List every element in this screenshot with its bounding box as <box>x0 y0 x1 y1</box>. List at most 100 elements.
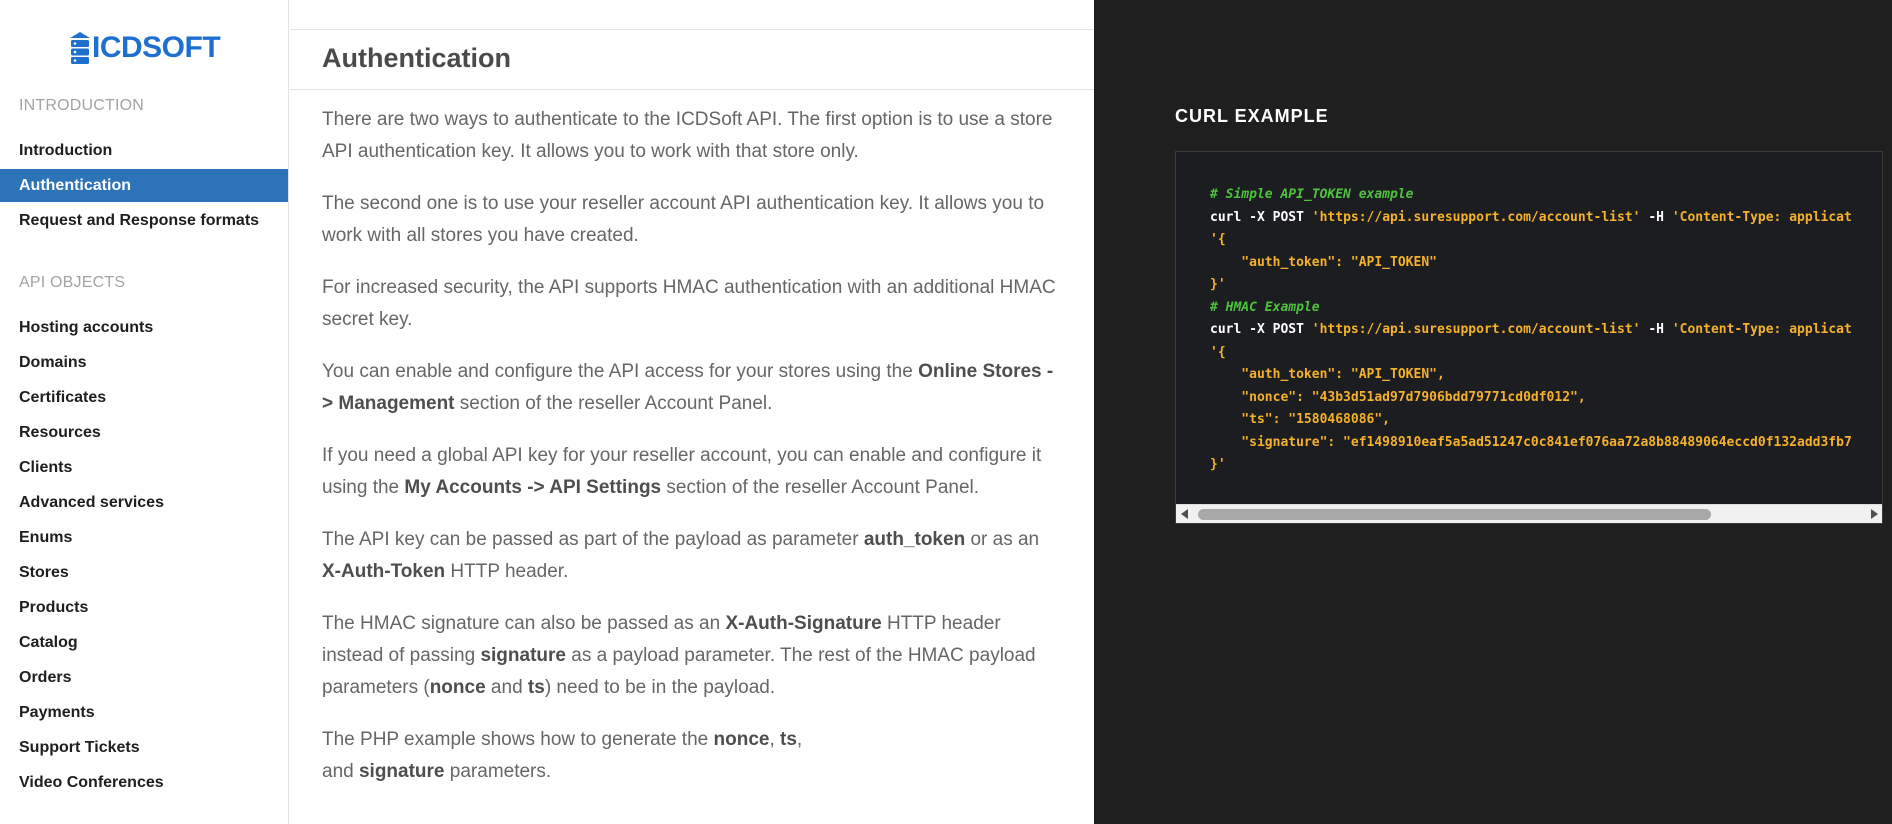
divider <box>290 89 1094 90</box>
code-token-comment: # Simple API_TOKEN example <box>1210 187 1414 202</box>
code-token-flag: -H <box>1640 209 1672 225</box>
code-token-str: 'https://api.suresupport.com/account-lis… <box>1311 209 1641 225</box>
code-line: # Simple API_TOKEN example <box>1210 184 1852 207</box>
text-run: and <box>485 677 528 698</box>
code-panel: CURL EXAMPLE # Simple API_TOKEN example c… <box>1094 0 1892 824</box>
page-title: Authentication <box>322 43 511 73</box>
code-line: curl -X POST 'https://api.suresupport.co… <box>1210 319 1852 342</box>
text-run: The PHP example shows how to generate th… <box>322 729 714 750</box>
code-line: curl -X POST 'https://api.suresupport.co… <box>1210 207 1852 230</box>
code-block[interactable]: # Simple API_TOKEN example curl -X POST '… <box>1175 151 1883 524</box>
emphasis: auth_token <box>863 529 966 550</box>
sidebar-item-certificates[interactable]: Certificates <box>0 381 288 414</box>
sidebar-item-authentication[interactable]: Authentication <box>0 169 288 202</box>
code-token-cmd: curl <box>1210 322 1242 337</box>
scrollbar-thumb[interactable] <box>1198 509 1711 520</box>
sidebar-item-catalog[interactable]: Catalog <box>0 626 288 659</box>
sidebar-item-video-conferences[interactable]: Video Conferences <box>0 766 288 799</box>
emphasis: signature <box>358 761 445 782</box>
code-token-flag: -X POST <box>1241 322 1312 337</box>
paragraph: The PHP example shows how to generate th… <box>322 724 1062 788</box>
nav-section-introduction: INTRODUCTION <box>19 97 145 114</box>
emphasis: My Accounts -> API Settings <box>404 477 662 498</box>
paragraph: The API key can be passed as part of the… <box>322 524 1062 588</box>
divider <box>290 29 1094 30</box>
code-line: '{ <box>1210 229 1852 252</box>
code-token-flag: -H <box>1640 322 1672 337</box>
main-content: Authentication There are two ways to aut… <box>290 0 1094 824</box>
sidebar-item-orders[interactable]: Orders <box>0 661 288 694</box>
horizontal-scrollbar[interactable] <box>1176 504 1882 523</box>
code-token-flag: -X POST <box>1241 209 1312 225</box>
code-heading: CURL EXAMPLE <box>1175 106 1329 126</box>
code-token-str: "auth_token": "API_TOKEN" <box>1210 254 1437 270</box>
paragraph: For increased security, the API supports… <box>322 272 1062 336</box>
sidebar-item-stores[interactable]: Stores <box>0 556 288 589</box>
code-token-str: 'https://api.suresupport.com/account-lis… <box>1311 322 1641 337</box>
emphasis: ts <box>780 729 797 750</box>
brand-logo[interactable]: ICDSOFT <box>70 30 221 66</box>
sidebar-item-introduction[interactable]: Introduction <box>0 134 288 167</box>
code-token-cmd: curl <box>1210 209 1242 225</box>
brand-name: ICDSOFT <box>92 31 221 64</box>
text-run: and <box>322 761 359 782</box>
paragraph: If you need a global API key for your re… <box>322 440 1062 504</box>
text-run: or as an <box>965 529 1040 550</box>
code-token-str: "auth_token": "API_TOKEN", <box>1210 367 1445 382</box>
code-line: "ts": "1580468086", <box>1210 409 1852 432</box>
code-token-str: "signature": "ef1498910eaf5a5ad51247c0c8… <box>1210 434 1852 450</box>
code-line: "nonce": "43b3d51ad97d7906bdd79771cd0df0… <box>1210 387 1852 410</box>
scroll-left-icon[interactable] <box>1176 505 1193 523</box>
sidebar-item-clients[interactable]: Clients <box>0 451 288 484</box>
nav-section-api-objects: API OBJECTS <box>19 274 126 291</box>
code-line: "signature": "ef1498910eaf5a5ad51247c0c8… <box>1210 432 1852 455</box>
code-token-str: "ts": "1580468086", <box>1210 412 1391 427</box>
text-run: ) need to be in the payload. <box>544 677 776 698</box>
sidebar-item-hosting-accounts[interactable]: Hosting accounts <box>0 311 288 344</box>
sidebar-item-products[interactable]: Products <box>0 591 288 624</box>
text-run: You can enable and configure the API acc… <box>322 361 919 382</box>
emphasis: X-Auth-Token <box>322 561 446 582</box>
text-run: , <box>796 729 803 750</box>
sidebar-item-payments[interactable]: Payments <box>0 696 288 729</box>
code-text: # Simple API_TOKEN example curl -X POST '… <box>1210 184 1852 477</box>
code-line: # HMAC Example <box>1210 297 1852 320</box>
paragraph: The second one is to use your reseller a… <box>322 188 1062 252</box>
code-token-str: '{ <box>1210 344 1226 360</box>
text-run: section of the reseller Account Panel. <box>661 477 980 498</box>
sidebar-item-support-tickets[interactable]: Support Tickets <box>0 731 288 764</box>
emphasis: signature <box>480 645 566 666</box>
code-line: }' <box>1210 454 1852 477</box>
sidebar-item-advanced-services[interactable]: Advanced services <box>0 486 288 519</box>
sidebar-item-enums[interactable]: Enums <box>0 521 288 554</box>
paragraph: You can enable and configure the API acc… <box>322 356 1062 420</box>
code-line: "auth_token": "API_TOKEN" <box>1210 252 1852 275</box>
sidebar-item-request-and-response-formats[interactable]: Request and Response formats <box>0 204 288 237</box>
server-icon <box>70 32 90 64</box>
text-run: The API key can be passed as part of the… <box>322 529 864 550</box>
code-line: "auth_token": "API_TOKEN", <box>1210 364 1852 387</box>
code-token-str: 'Content-Type: applicat <box>1671 322 1852 337</box>
text-run: HTTP header. <box>445 561 569 582</box>
code-token-comment: # HMAC Example <box>1210 299 1320 315</box>
text-run: The HMAC signature can also be passed as… <box>322 613 726 634</box>
code-token-str: "nonce": "43b3d51ad97d7906bdd79771cd0df0… <box>1210 389 1586 405</box>
emphasis: nonce <box>713 729 770 750</box>
code-token-str: }' <box>1210 457 1226 472</box>
sidebar-item-domains[interactable]: Domains <box>0 346 288 379</box>
scroll-right-icon[interactable] <box>1865 505 1882 523</box>
text-run: , <box>769 729 781 750</box>
article-body: There are two ways to authenticate to th… <box>322 104 1062 808</box>
sidebar-item-resources[interactable]: Resources <box>0 416 288 449</box>
code-token-str: 'Content-Type: applicat <box>1671 209 1852 225</box>
code-token-str: '{ <box>1210 232 1226 247</box>
paragraph: The HMAC signature can also be passed as… <box>322 608 1062 704</box>
text-run: For increased security, the API supports… <box>322 277 1056 330</box>
sidebar: ICDSOFT INTRODUCTION Introduction Authenti… <box>0 0 289 824</box>
text-run: The second one is to use your reseller a… <box>322 193 1045 246</box>
emphasis: X-Auth-Signature <box>725 613 882 634</box>
code-line: }' <box>1210 274 1852 297</box>
text-run: There are two ways to authenticate to th… <box>322 109 1053 162</box>
code-line: '{ <box>1210 342 1852 365</box>
text-run: section of the reseller Account Panel. <box>454 393 773 414</box>
